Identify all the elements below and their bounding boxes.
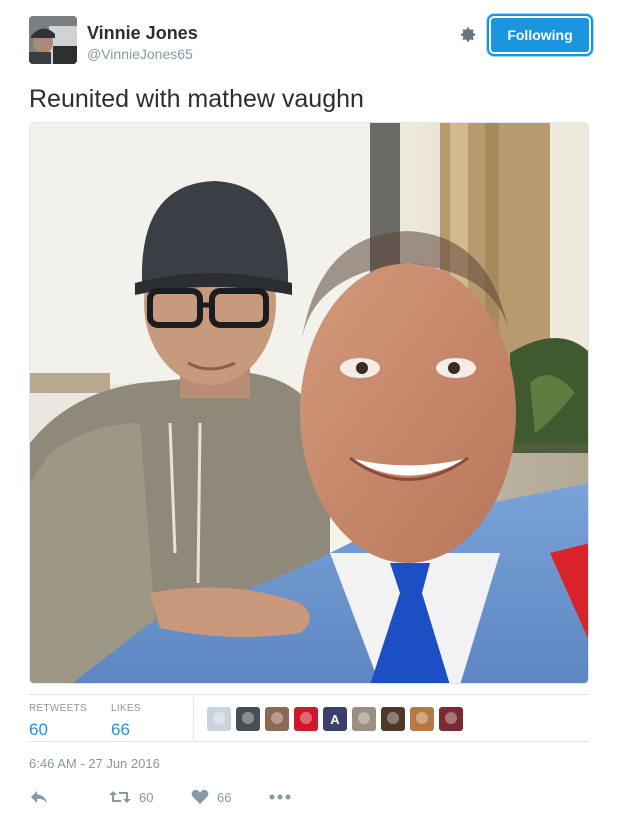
retweets-stat[interactable]: RETWEETS 60 [29,703,87,741]
likes-label: LIKES [111,703,141,714]
more-button[interactable] [269,786,291,808]
tweet-photo[interactable] [29,122,589,684]
gear-icon[interactable] [457,24,479,46]
more-icon [269,794,291,800]
liker-avatar-1[interactable] [207,707,231,731]
retweet-icon [109,789,131,805]
liker-avatar-4[interactable] [294,707,318,731]
liker-avatar-9[interactable] [439,707,463,731]
reply-icon [29,788,49,806]
liker-avatar-7[interactable] [381,707,405,731]
likes-stat[interactable]: LIKES 66 [111,703,141,741]
like-count: 66 [217,789,232,805]
user-names: Vinnie Jones @VinnieJones65 [87,22,198,63]
retweet-button[interactable]: 60 [109,786,153,808]
photo-image [30,123,588,683]
tweet-text: Reunited with mathew vaughn [29,85,364,113]
reply-button[interactable] [29,786,49,808]
user-handle[interactable]: @VinnieJones65 [87,45,198,63]
liker-avatar-3[interactable] [265,707,289,731]
tweet-timestamp[interactable]: 6:46 AM - 27 Jun 2016 [29,756,160,772]
retweets-count: 60 [29,720,48,739]
display-name[interactable]: Vinnie Jones [87,22,198,44]
likes-count: 66 [111,720,130,739]
liker-avatar-2[interactable] [236,707,260,731]
tweet-actions: 60 66 [29,786,589,810]
stats-divider [193,695,194,741]
liker-avatar-8[interactable] [410,707,434,731]
liker-avatar-5[interactable]: A [323,707,347,731]
heart-icon [191,789,209,805]
tweet-stats: RETWEETS 60 LIKES 66 A [29,694,589,742]
retweets-label: RETWEETS [29,703,87,714]
like-button[interactable]: 66 [191,786,231,808]
tweet-header: Vinnie Jones @VinnieJones65 Following [29,14,593,68]
avatar[interactable] [29,16,77,64]
following-button[interactable]: Following [487,14,593,56]
liker-avatar-6[interactable] [352,707,376,731]
retweet-count: 60 [139,789,154,805]
